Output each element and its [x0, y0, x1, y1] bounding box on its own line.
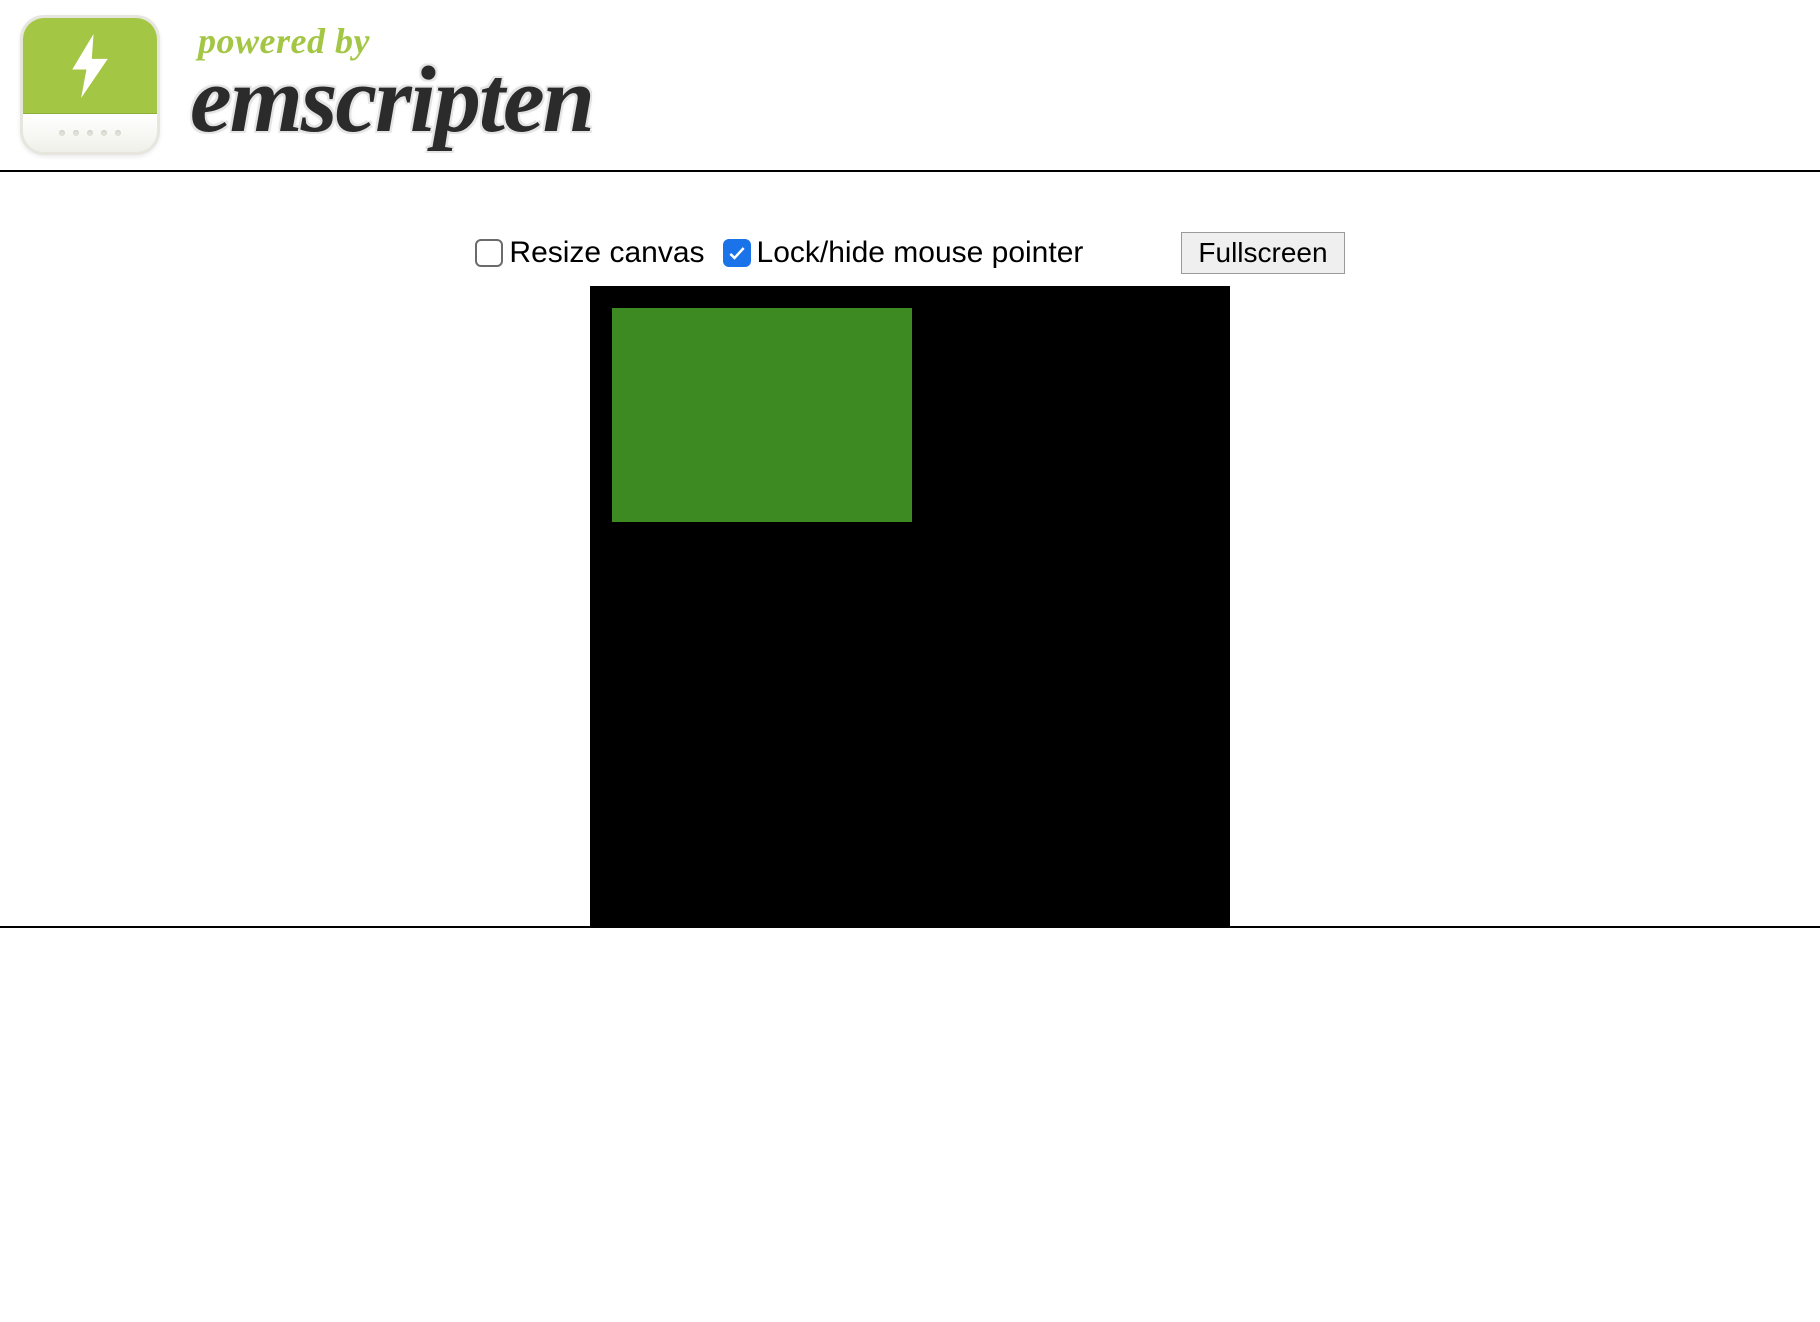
- brand-text: powered by emscripten: [190, 23, 593, 147]
- green-rect: [612, 308, 912, 522]
- logo-badge-bottom: [23, 114, 157, 152]
- logo-badge-top: [23, 18, 157, 114]
- dot-icon: [59, 130, 65, 136]
- canvas-container: [0, 286, 1820, 926]
- divider-bottom: [0, 926, 1820, 928]
- brand-name: emscripten: [190, 53, 593, 147]
- header: powered by emscripten: [0, 0, 1820, 170]
- dot-icon: [115, 130, 121, 136]
- lock-pointer-control[interactable]: Lock/hide mouse pointer: [723, 236, 1084, 270]
- lock-pointer-checkbox[interactable]: [723, 239, 751, 267]
- dot-icon: [73, 130, 79, 136]
- divider-top: [0, 170, 1820, 172]
- fullscreen-button[interactable]: Fullscreen: [1181, 232, 1344, 274]
- resize-canvas-control[interactable]: Resize canvas: [475, 236, 704, 270]
- canvas[interactable]: [590, 286, 1230, 926]
- dot-icon: [101, 130, 107, 136]
- resize-canvas-label: Resize canvas: [509, 236, 704, 270]
- controls-row: Resize canvas Lock/hide mouse pointer Fu…: [0, 172, 1820, 286]
- emscripten-logo-badge: [20, 15, 160, 155]
- resize-canvas-checkbox[interactable]: [475, 239, 503, 267]
- lock-pointer-label: Lock/hide mouse pointer: [757, 236, 1084, 270]
- lightning-icon: [68, 34, 112, 98]
- dot-icon: [87, 130, 93, 136]
